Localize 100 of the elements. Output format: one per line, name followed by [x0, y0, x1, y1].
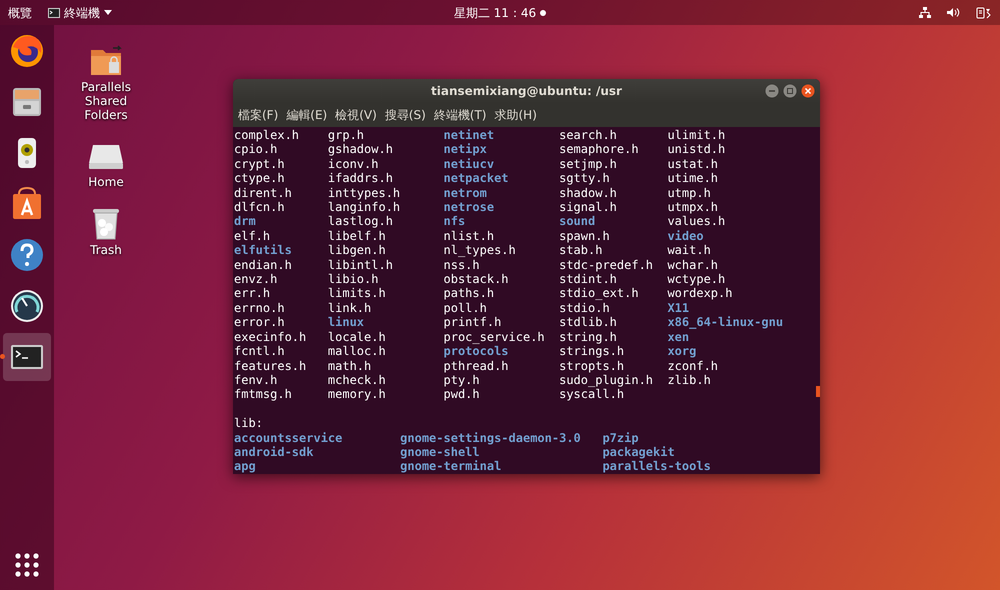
file-name: spawn.h: [559, 228, 610, 244]
file-name: grp.h: [328, 128, 364, 142]
file-name: wchar.h: [667, 258, 718, 272]
file-name: values.h: [667, 214, 726, 229]
directory-name: android-sdk: [234, 444, 314, 460]
menu-item[interactable]: 檔案(F): [238, 106, 278, 124]
file-name: error.h: [234, 315, 285, 330]
file-name: elf.h: [234, 228, 270, 244]
file-name: sgtty.h: [559, 171, 610, 186]
browser-icon[interactable]: [9, 33, 45, 69]
file-name: proc_service.h: [444, 330, 545, 344]
file-name: envz.h: [234, 272, 278, 286]
maximize-button[interactable]: [783, 84, 797, 98]
caret-icon[interactable]: [104, 10, 112, 15]
file-name: nss.h: [444, 258, 480, 272]
directory-name: netrom: [444, 186, 487, 200]
file-name: zlib.h: [667, 372, 711, 388]
file-name: stropts.h: [559, 358, 624, 373]
file-name: wctype.h: [667, 272, 726, 286]
file-name: cpio.h: [234, 142, 278, 157]
file-name: link.h: [328, 300, 372, 316]
terminal-icon: [48, 8, 60, 18]
directory-name: parallels-tools: [602, 459, 711, 474]
directory-name: linux: [328, 315, 364, 330]
file-name: ctype.h: [234, 171, 285, 186]
directory-name: protocols: [444, 344, 509, 358]
app-menu-label[interactable]: 終端機: [64, 4, 100, 22]
file-name: unistd.h: [667, 142, 726, 157]
file-name: obstack.h: [444, 272, 509, 286]
scroll-indicator: [816, 386, 820, 397]
file-name: paths.h: [444, 286, 494, 301]
file-name: fmtmsg.h: [234, 387, 292, 402]
file-name: stdio.h: [559, 300, 610, 316]
volume-icon[interactable]: [946, 7, 960, 18]
directory-name: packagekit: [602, 444, 675, 460]
file-name: mcheck.h: [328, 372, 386, 388]
app-grid-icon[interactable]: [15, 553, 39, 577]
directory-name: gnome-terminal: [400, 459, 502, 474]
file-name: syscall.h: [559, 387, 624, 402]
file-name: wordexp.h: [667, 286, 732, 301]
directory-name: netiucv: [444, 156, 494, 172]
file-name: fenv.h: [234, 372, 278, 388]
file-name: shadow.h: [559, 186, 617, 200]
file-name: printf.h: [444, 315, 502, 330]
file-name: libio.h: [328, 272, 378, 286]
file-name: complex.h: [234, 128, 300, 142]
file-name: math.h: [328, 358, 372, 373]
file-name: utmp.h: [667, 186, 711, 200]
menu-item[interactable]: 編輯(E): [286, 106, 328, 124]
file-name: ustat.h: [667, 156, 718, 172]
file-name: pthread.h: [444, 358, 509, 373]
help-icon[interactable]: [9, 237, 45, 273]
file-name: stab.h: [559, 243, 602, 258]
file-name: stdlib.h: [559, 315, 617, 330]
file-name: signal.h: [559, 200, 617, 214]
directory-name: apg: [234, 459, 256, 474]
file-name: stdio_ext.h: [559, 286, 639, 301]
file-name: err.h: [234, 286, 270, 301]
directory-name: xen: [667, 330, 690, 344]
menu-item[interactable]: 終端機(T): [434, 106, 486, 124]
menu-item[interactable]: 求助(H): [494, 106, 537, 124]
file-name: string.h: [559, 330, 617, 344]
icon-label[interactable]: Trash: [90, 244, 122, 258]
file-name: poll.h: [444, 300, 487, 316]
directory-name: nfs: [444, 214, 466, 229]
menu-item[interactable]: 搜尋(S): [384, 106, 426, 124]
directory-name: netrose: [444, 200, 494, 214]
file-name: wait.h: [667, 243, 711, 258]
file-name: endian.h: [234, 258, 292, 272]
icon-label[interactable]: Parallels Shared Folders: [76, 81, 136, 122]
file-name: setjmp.h: [559, 156, 617, 172]
activities-button[interactable]: 概覽: [8, 4, 32, 22]
network-icon[interactable]: [918, 6, 931, 18]
menu-item[interactable]: 檢視(V): [335, 106, 377, 124]
window-title: tiansemixiang@ubuntu: /usr: [431, 83, 622, 100]
file-name: langinfo.h: [328, 200, 400, 214]
file-name: dirent.h: [234, 186, 292, 200]
file-name: ulimit.h: [667, 128, 726, 142]
directory-name: video: [667, 228, 704, 244]
clock[interactable]: 星期二 11：46: [454, 4, 536, 22]
directory-name: gnome-shell: [400, 444, 480, 460]
icon-label[interactable]: Home: [88, 176, 124, 190]
gauge-icon[interactable]: [9, 288, 45, 324]
close-button[interactable]: [801, 84, 815, 98]
directory-name: accountsservice: [234, 430, 342, 445]
file-name: fcntl.h: [234, 344, 285, 358]
file-name: execinfo.h: [234, 330, 306, 344]
file-name: stdint.h: [559, 272, 617, 286]
file-name: features.h: [234, 358, 306, 373]
power-menu-icon[interactable]: [976, 6, 992, 18]
output-line: lib:: [234, 416, 264, 431]
directory-name: netpacket: [444, 171, 509, 186]
file-name: iconv.h: [328, 156, 378, 172]
file-name: libelf.h: [328, 228, 386, 244]
file-name: strings.h: [559, 344, 624, 358]
file-name: limits.h: [328, 286, 386, 301]
directory-name: drm: [234, 214, 256, 229]
directory-name: netinet: [444, 128, 494, 142]
minimize-button[interactable]: [765, 84, 779, 98]
file-name: crypt.h: [234, 156, 285, 172]
